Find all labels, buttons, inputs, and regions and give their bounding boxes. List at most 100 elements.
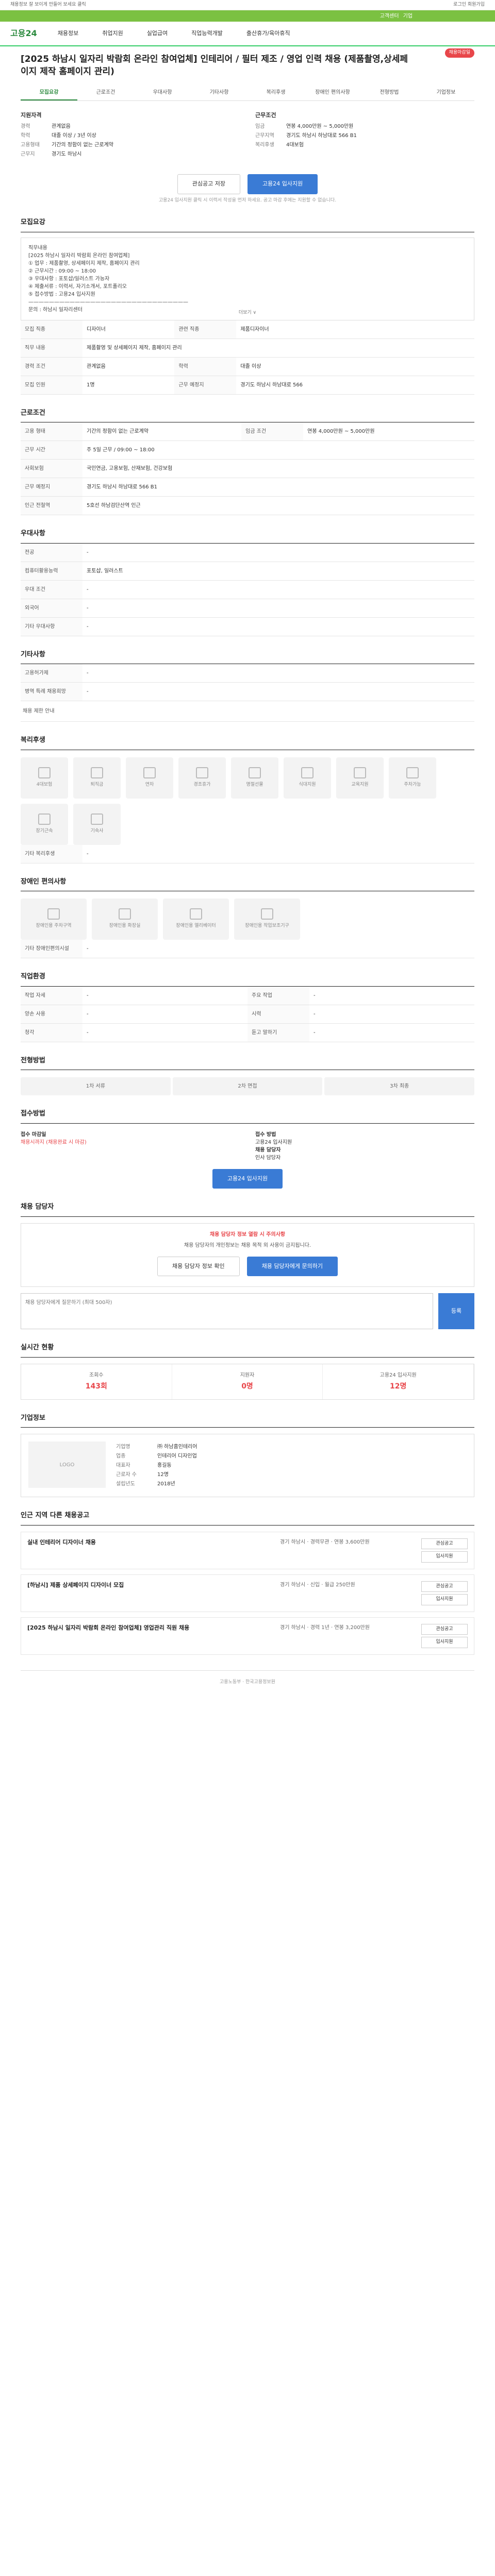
job-card[interactable]: [2025 하남시 일자리 박람회 온라인 참여업체] 영업관리 직원 채용 경… <box>21 1617 474 1655</box>
tab[interactable]: 전형방법 <box>361 86 418 100</box>
apply-button[interactable]: 고용24 입사지원 <box>248 174 318 194</box>
question-submit-button[interactable]: 등록 <box>438 1293 474 1330</box>
section-title: 채용 담당자 <box>21 1202 474 1217</box>
manager-info-button[interactable]: 채용 담당자 정보 확인 <box>157 1256 240 1277</box>
welfare-icon <box>143 767 156 778</box>
apply-button-2[interactable]: 고용24 입사지원 <box>212 1168 283 1189</box>
manager-inquiry-button[interactable]: 채용 담당자에게 문의하기 <box>246 1256 338 1277</box>
job-card-title[interactable]: 실내 인테리어 디자이너 채용 <box>27 1538 273 1547</box>
job-card-actions: 관심공고입사지원 <box>421 1581 468 1605</box>
recruit-text: 직무내용 [2025 하남시 일자리 박람회 온라인 참여업체] ① 업무 : … <box>21 237 474 320</box>
cell-value: 포토샵, 일러스트 <box>82 562 474 581</box>
top-login[interactable]: 로그인 회원가입 <box>453 2 485 9</box>
nav-item[interactable]: 출산휴가/육아휴직 <box>246 29 290 38</box>
greenbar-link[interactable]: 고객센터 <box>380 12 399 20</box>
scrap-button[interactable]: 관심공고 <box>421 1623 468 1635</box>
more-button[interactable]: 더보기 ∨ <box>239 310 256 317</box>
welfare-item: 연차 <box>126 757 173 799</box>
job-card-title[interactable]: [하남시] 제품 상세페이지 디자이너 모집 <box>27 1581 273 1590</box>
tab[interactable]: 근로조건 <box>77 86 134 100</box>
greenbar-link[interactable]: 기업 <box>403 12 412 20</box>
tab[interactable]: 기업정보 <box>418 86 474 100</box>
nav-item[interactable]: 취업지원 <box>102 29 123 38</box>
nav-item[interactable]: 실업급여 <box>147 29 168 38</box>
tab[interactable]: 복리후생 <box>248 86 304 100</box>
cell-key: 듣고 말하기 <box>248 1023 309 1042</box>
cell-key: 사회보험 <box>21 459 82 479</box>
job-card-body: [하남시] 제품 상세페이지 디자이너 모집 <box>27 1581 273 1605</box>
cell-key: 인근 전철역 <box>21 496 82 516</box>
kv-key: 임금 <box>255 124 265 130</box>
cell-key: 주요 작업 <box>248 986 309 1005</box>
cell-value: 제품디자이너 <box>236 320 474 339</box>
kv-value: 경기도 하남시 <box>52 151 82 158</box>
welfare-label: 퇴직금 <box>90 782 104 787</box>
scrap-button[interactable]: 관심공고 <box>421 1538 468 1550</box>
green-banner: 고객센터 기업 <box>0 10 495 22</box>
stat-value: 143회 <box>85 1382 107 1391</box>
contact-value: 인사 담당자 <box>255 1155 281 1161</box>
cell-value: 5호선 하남검단산역 인근 <box>82 496 474 516</box>
welfare-item: 교육지원 <box>336 757 384 799</box>
welfare-item: 식대지원 <box>284 757 331 799</box>
cell-key: 청각 <box>21 1023 82 1042</box>
section-title: 실시간 현황 <box>21 1343 474 1358</box>
cell-value: - <box>82 664 474 683</box>
disabled-icons: 장애인용 주차구역 장애인용 화장실 장애인용 엘리베이터 장애인용 작업보조기… <box>21 899 474 940</box>
apply-button[interactable]: 입사지원 <box>421 1637 468 1648</box>
scrap-button[interactable]: 관심공고 <box>421 1581 468 1592</box>
section-title: 우대사항 <box>21 529 474 544</box>
scrap-button[interactable]: 관심공고 저장 <box>177 174 240 194</box>
stat-label: 조회수 <box>89 1372 104 1378</box>
cell-value: - <box>82 1023 248 1042</box>
nav-item[interactable]: 채용정보 <box>58 29 78 38</box>
nav-item[interactable]: 직업능력개발 <box>191 29 223 38</box>
apply-button[interactable]: 입사지원 <box>421 1551 468 1563</box>
kv-key: 학력 <box>21 133 30 139</box>
facility-item: 장애인용 주차구역 <box>21 899 87 940</box>
apply-button[interactable]: 입사지원 <box>421 1594 468 1605</box>
job-card-title[interactable]: [2025 하남시 일자리 박람회 온라인 참여업체] 영업관리 직원 채용 <box>27 1624 273 1633</box>
cell-key: 기타 복리후생 <box>21 844 82 863</box>
tab[interactable]: 우대사항 <box>134 86 191 100</box>
similar-list: 실내 인테리어 디자이너 채용 경기 하남시 · 경력무관 · 연봉 3,600… <box>21 1531 474 1655</box>
welfare-item: 명절선물 <box>231 757 278 799</box>
facility-label: 장애인용 엘리베이터 <box>176 923 216 929</box>
welfare-label: 장기근속 <box>36 828 53 834</box>
similar-section: 인근 지역 다른 채용공고 실내 인테리어 디자이너 채용 경기 하남시 · 경… <box>21 1511 474 1655</box>
tab[interactable]: 모집요강 <box>21 86 77 100</box>
welfare-icons: 4대보험 퇴직금 연차 경조휴가 명절선물 식대지원 교육지원 주차가능 장기근… <box>21 757 474 845</box>
cell-value: 디자이너 <box>82 320 175 339</box>
welfare-item: 기숙사 <box>73 803 121 845</box>
kv-key: 복리후생 <box>255 142 274 148</box>
stats-box: 조회수 143회 지원자 0명 고용24 입사지원 12명 <box>21 1363 474 1400</box>
qa-form: 등록 <box>21 1293 474 1330</box>
warning-head: 채용 담당자 정보 열람 시 주의사항 <box>209 1231 286 1238</box>
job-title: [2025 하남시 일자리 박람회 온라인 참여업체] 인테리어 / 필터 제조… <box>21 54 408 77</box>
cell-value: - <box>309 986 474 1005</box>
summary-left: 지원자격 경력 관계없음 학력 대졸 이상 / 3년 이상 고용형태 기간의 정함이 … <box>21 111 240 160</box>
top-notice[interactable]: 채용정보 잘 보이게 만들어 보세요 클릭 <box>10 2 86 9</box>
question-input[interactable] <box>21 1293 433 1330</box>
tab[interactable]: 기타사항 <box>191 86 248 100</box>
job-card[interactable]: [하남시] 제품 상세페이지 디자이너 모집 경기 하남시 · 신입 · 월급 … <box>21 1574 474 1612</box>
cell-value: 연봉 4,000만원 ~ 5,000만원 <box>303 422 474 442</box>
facility-icon <box>119 908 131 920</box>
cell-value: 1명 <box>82 376 175 395</box>
job-card[interactable]: 실내 인테리어 디자이너 채용 경기 하남시 · 경력무관 · 연봉 3,600… <box>21 1531 474 1569</box>
site-logo[interactable]: 고용24 <box>10 27 37 40</box>
recruit-section: 모집요강 직무내용 [2025 하남시 일자리 박람회 온라인 참여업체] ① … <box>21 217 474 395</box>
contact-col: 접수 방법 고용24 입사지원 채용 담당자 인사 담당자 <box>255 1131 474 1162</box>
company-info: 기업명 ㈜ 하남홈인테리어 업종 인테리어 디자인업 대표자 홍길동 근로자 수 12명… <box>116 1442 467 1489</box>
tab[interactable]: 장애인 편의사항 <box>304 86 361 100</box>
cell-value: - <box>82 986 248 1005</box>
contact-label: 접수 방법 <box>255 1131 276 1138</box>
welfare-icon <box>249 767 261 778</box>
contact-buttons: 고용24 입사지원 <box>21 1168 474 1189</box>
welfare-label: 식대지원 <box>299 782 316 787</box>
top-utility-bar: 채용정보 잘 보이게 만들어 보세요 클릭 로그인 회원가입 <box>0 0 495 10</box>
welfare-label: 경조휴가 <box>193 782 211 787</box>
disabled-section: 장애인 편의사항 장애인용 주차구역 장애인용 화장실 장애인용 엘리베이터 장… <box>21 877 474 959</box>
cell-key: 양손 사용 <box>21 1005 82 1024</box>
restriction-link[interactable]: 채용 제한 안내 <box>21 701 474 722</box>
